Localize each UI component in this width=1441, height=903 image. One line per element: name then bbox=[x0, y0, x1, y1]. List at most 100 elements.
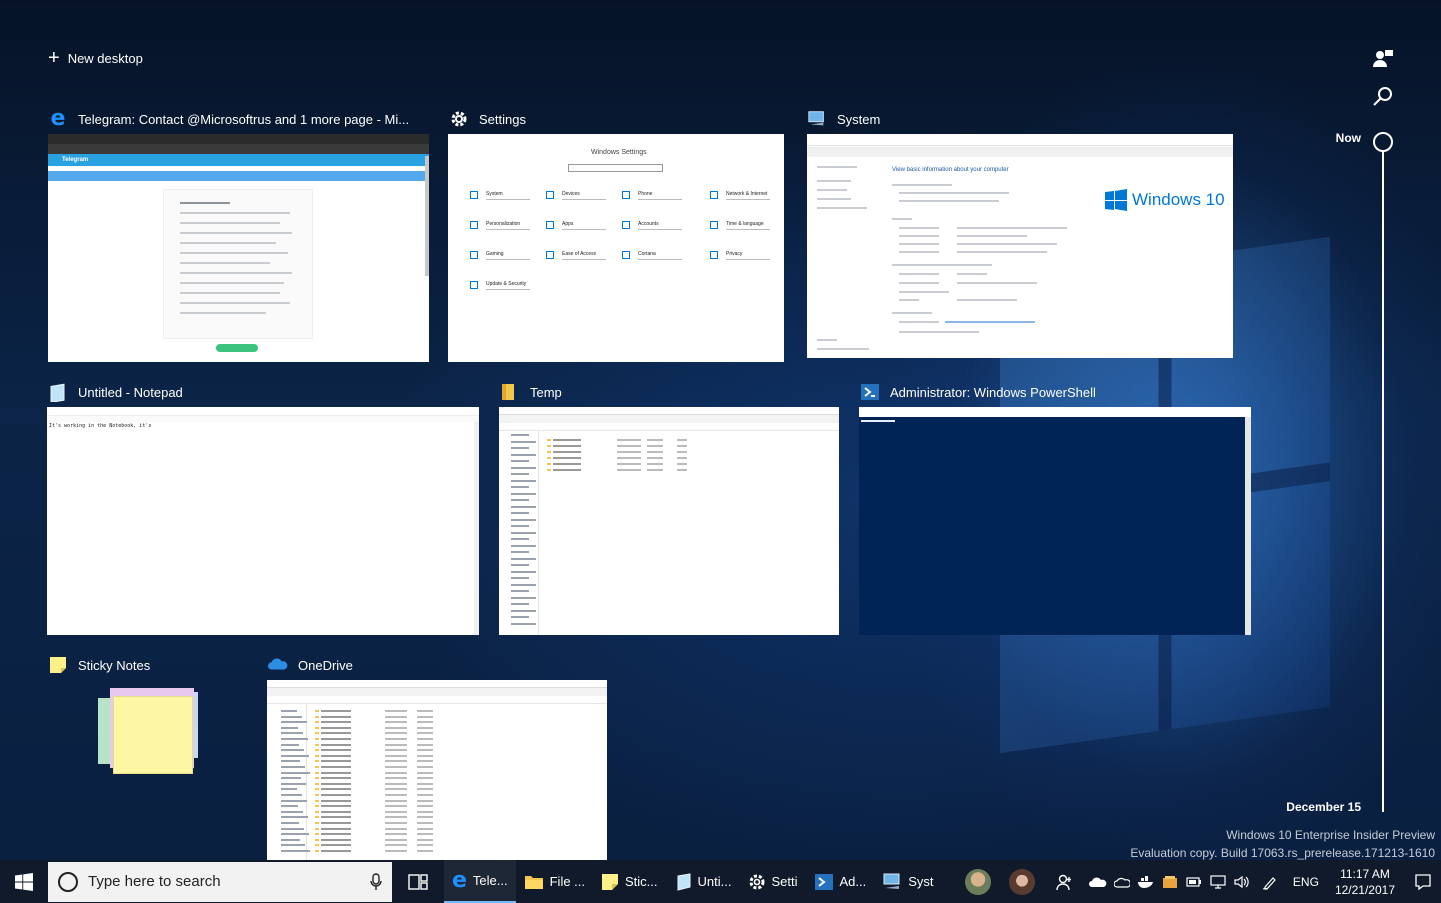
new-desktop-button[interactable]: + New desktop bbox=[48, 48, 143, 68]
settings-tile-icon bbox=[470, 191, 478, 199]
settings-tile-icon bbox=[622, 191, 630, 199]
window-title-temp[interactable]: Temp bbox=[500, 382, 562, 402]
app-tray-icon[interactable] bbox=[1159, 860, 1181, 903]
settings-tile-label[interactable]: Apps bbox=[562, 221, 573, 227]
timeline-now-marker[interactable] bbox=[1373, 132, 1393, 152]
network-tray-icon[interactable] bbox=[1207, 860, 1229, 903]
volume-tray-icon[interactable] bbox=[1231, 860, 1253, 903]
task-view-icon bbox=[408, 873, 428, 890]
taskbar-app-settings[interactable]: Setti bbox=[740, 860, 806, 903]
windows-logo-icon bbox=[15, 872, 33, 891]
sticky-notes-icon bbox=[602, 873, 619, 890]
window-thumbnail-system[interactable]: View basic information about your comput… bbox=[807, 134, 1233, 358]
watermark-edition: Windows 10 Enterprise Insider Preview bbox=[1226, 828, 1435, 842]
settings-tile-icon bbox=[470, 221, 478, 229]
gear-icon bbox=[449, 109, 469, 129]
search-placeholder: Type here to search bbox=[88, 873, 221, 890]
taskbar-app-edge[interactable]: e Tele... bbox=[444, 860, 516, 903]
gear-icon bbox=[749, 874, 764, 889]
window-title-telegram[interactable]: e Telegram: Contact @Microsoftrus and 1 … bbox=[48, 106, 410, 131]
settings-tile-icon bbox=[470, 281, 478, 289]
settings-tile-label[interactable]: Time & language bbox=[726, 221, 764, 227]
folder-icon bbox=[524, 875, 543, 889]
window-thumbnail-settings[interactable]: Windows Settings System Devices Phone Netwo… bbox=[448, 134, 784, 362]
window-thumbnail-powershell[interactable] bbox=[859, 407, 1251, 635]
window-title-notepad[interactable]: Untitled - Notepad bbox=[48, 382, 183, 402]
start-button[interactable] bbox=[0, 860, 48, 903]
settings-tile-label[interactable]: Phone bbox=[638, 191, 652, 197]
language-indicator[interactable]: ENG bbox=[1287, 875, 1325, 889]
settings-tile-icon bbox=[546, 191, 554, 199]
people-icon[interactable] bbox=[1045, 860, 1085, 903]
notepad-icon bbox=[48, 382, 68, 402]
search-icon[interactable] bbox=[1372, 86, 1394, 108]
window-title-powershell[interactable]: Administrator: Windows PowerShell bbox=[860, 382, 1096, 402]
clock-time: 11:17 AM bbox=[1340, 866, 1390, 881]
settings-tile-icon bbox=[710, 191, 718, 199]
edge-icon: e bbox=[50, 106, 66, 131]
contact-avatar-2[interactable] bbox=[1008, 868, 1035, 895]
watermark-build: Evaluation copy. Build 17063.rs_prerelea… bbox=[1130, 846, 1435, 860]
settings-tile-label[interactable]: System bbox=[486, 191, 503, 197]
pen-tray-icon[interactable] bbox=[1255, 860, 1285, 903]
taskbar: Type here to search e Tele... File ... S… bbox=[0, 860, 1441, 903]
system-icon bbox=[807, 109, 827, 129]
settings-tile-label[interactable]: Privacy bbox=[726, 251, 742, 257]
window-title-system[interactable]: System bbox=[807, 109, 880, 129]
plus-icon: + bbox=[48, 47, 60, 69]
window-title-settings[interactable]: Settings bbox=[449, 109, 526, 129]
task-view-button[interactable] bbox=[392, 860, 444, 903]
settings-tile-label[interactable]: Gaming bbox=[486, 251, 504, 257]
cortana-icon bbox=[58, 871, 78, 892]
taskbar-app-system[interactable]: Syst bbox=[874, 860, 941, 903]
onedrive-tray-icon[interactable] bbox=[1087, 860, 1109, 903]
cloud-tray-icon[interactable] bbox=[1111, 860, 1133, 903]
people-activity-icon[interactable] bbox=[1372, 48, 1394, 70]
taskbar-app-sticky-notes[interactable]: Stic... bbox=[593, 860, 666, 903]
settings-tile-label[interactable]: Accounts bbox=[638, 221, 659, 227]
windows10-logo: Windows 10 bbox=[1105, 189, 1225, 211]
settings-tile-label[interactable]: Personalization bbox=[486, 221, 520, 227]
edge-icon: e bbox=[452, 867, 467, 893]
settings-tile-icon bbox=[546, 251, 554, 259]
contact-avatar-1[interactable] bbox=[964, 868, 991, 895]
settings-tile-label[interactable]: Network & Internet bbox=[726, 191, 767, 197]
taskbar-clock[interactable]: 11:17 AM 12/21/2017 bbox=[1327, 866, 1403, 898]
taskbar-search-box[interactable]: Type here to search bbox=[48, 861, 392, 902]
folder-icon bbox=[500, 382, 520, 402]
microphone-icon[interactable] bbox=[370, 872, 382, 891]
window-thumbnail-onedrive[interactable] bbox=[267, 680, 607, 861]
settings-tile-label[interactable]: Update & Security bbox=[486, 281, 526, 287]
notification-icon bbox=[1415, 873, 1431, 890]
settings-tile-label[interactable]: Cortana bbox=[638, 251, 656, 257]
settings-tile-label[interactable]: Devices bbox=[562, 191, 580, 197]
docker-tray-icon[interactable] bbox=[1135, 860, 1157, 903]
power-tray-icon[interactable] bbox=[1183, 860, 1205, 903]
settings-tile-label[interactable]: Ease of Access bbox=[562, 251, 596, 257]
settings-tile-icon bbox=[710, 251, 718, 259]
window-thumbnail-temp[interactable] bbox=[499, 407, 839, 635]
window-thumbnail-notepad[interactable]: It's working in the Notebook, it's bbox=[47, 407, 479, 635]
powershell-icon bbox=[860, 382, 880, 402]
timeline-now-label: Now bbox=[1335, 131, 1361, 145]
new-desktop-label: New desktop bbox=[67, 50, 143, 66]
settings-tile-icon bbox=[546, 221, 554, 229]
timeline-scrollbar[interactable] bbox=[1382, 150, 1384, 812]
system-icon bbox=[883, 873, 900, 889]
window-title-sticky-notes[interactable]: Sticky Notes bbox=[48, 655, 150, 675]
taskbar-app-powershell[interactable]: Ad... bbox=[806, 860, 875, 903]
sticky-notes-icon-large[interactable] bbox=[98, 688, 198, 778]
onedrive-icon bbox=[268, 655, 288, 675]
settings-tile-icon bbox=[470, 251, 478, 259]
settings-tile-icon bbox=[622, 251, 630, 259]
window-title-onedrive[interactable]: OneDrive bbox=[268, 655, 353, 675]
taskbar-app-notepad[interactable]: Unti... bbox=[666, 860, 740, 903]
window-thumbnail-telegram[interactable]: Telegram bbox=[48, 134, 429, 362]
taskbar-app-file-explorer[interactable]: File ... bbox=[516, 860, 593, 903]
notepad-icon bbox=[677, 872, 691, 891]
action-center-button[interactable] bbox=[1405, 860, 1441, 903]
powershell-icon bbox=[814, 873, 833, 890]
system-tray: ENG 11:17 AM 12/21/2017 bbox=[957, 860, 1441, 903]
sticky-notes-icon bbox=[48, 655, 68, 675]
clock-date: 12/21/2017 bbox=[1334, 882, 1395, 897]
